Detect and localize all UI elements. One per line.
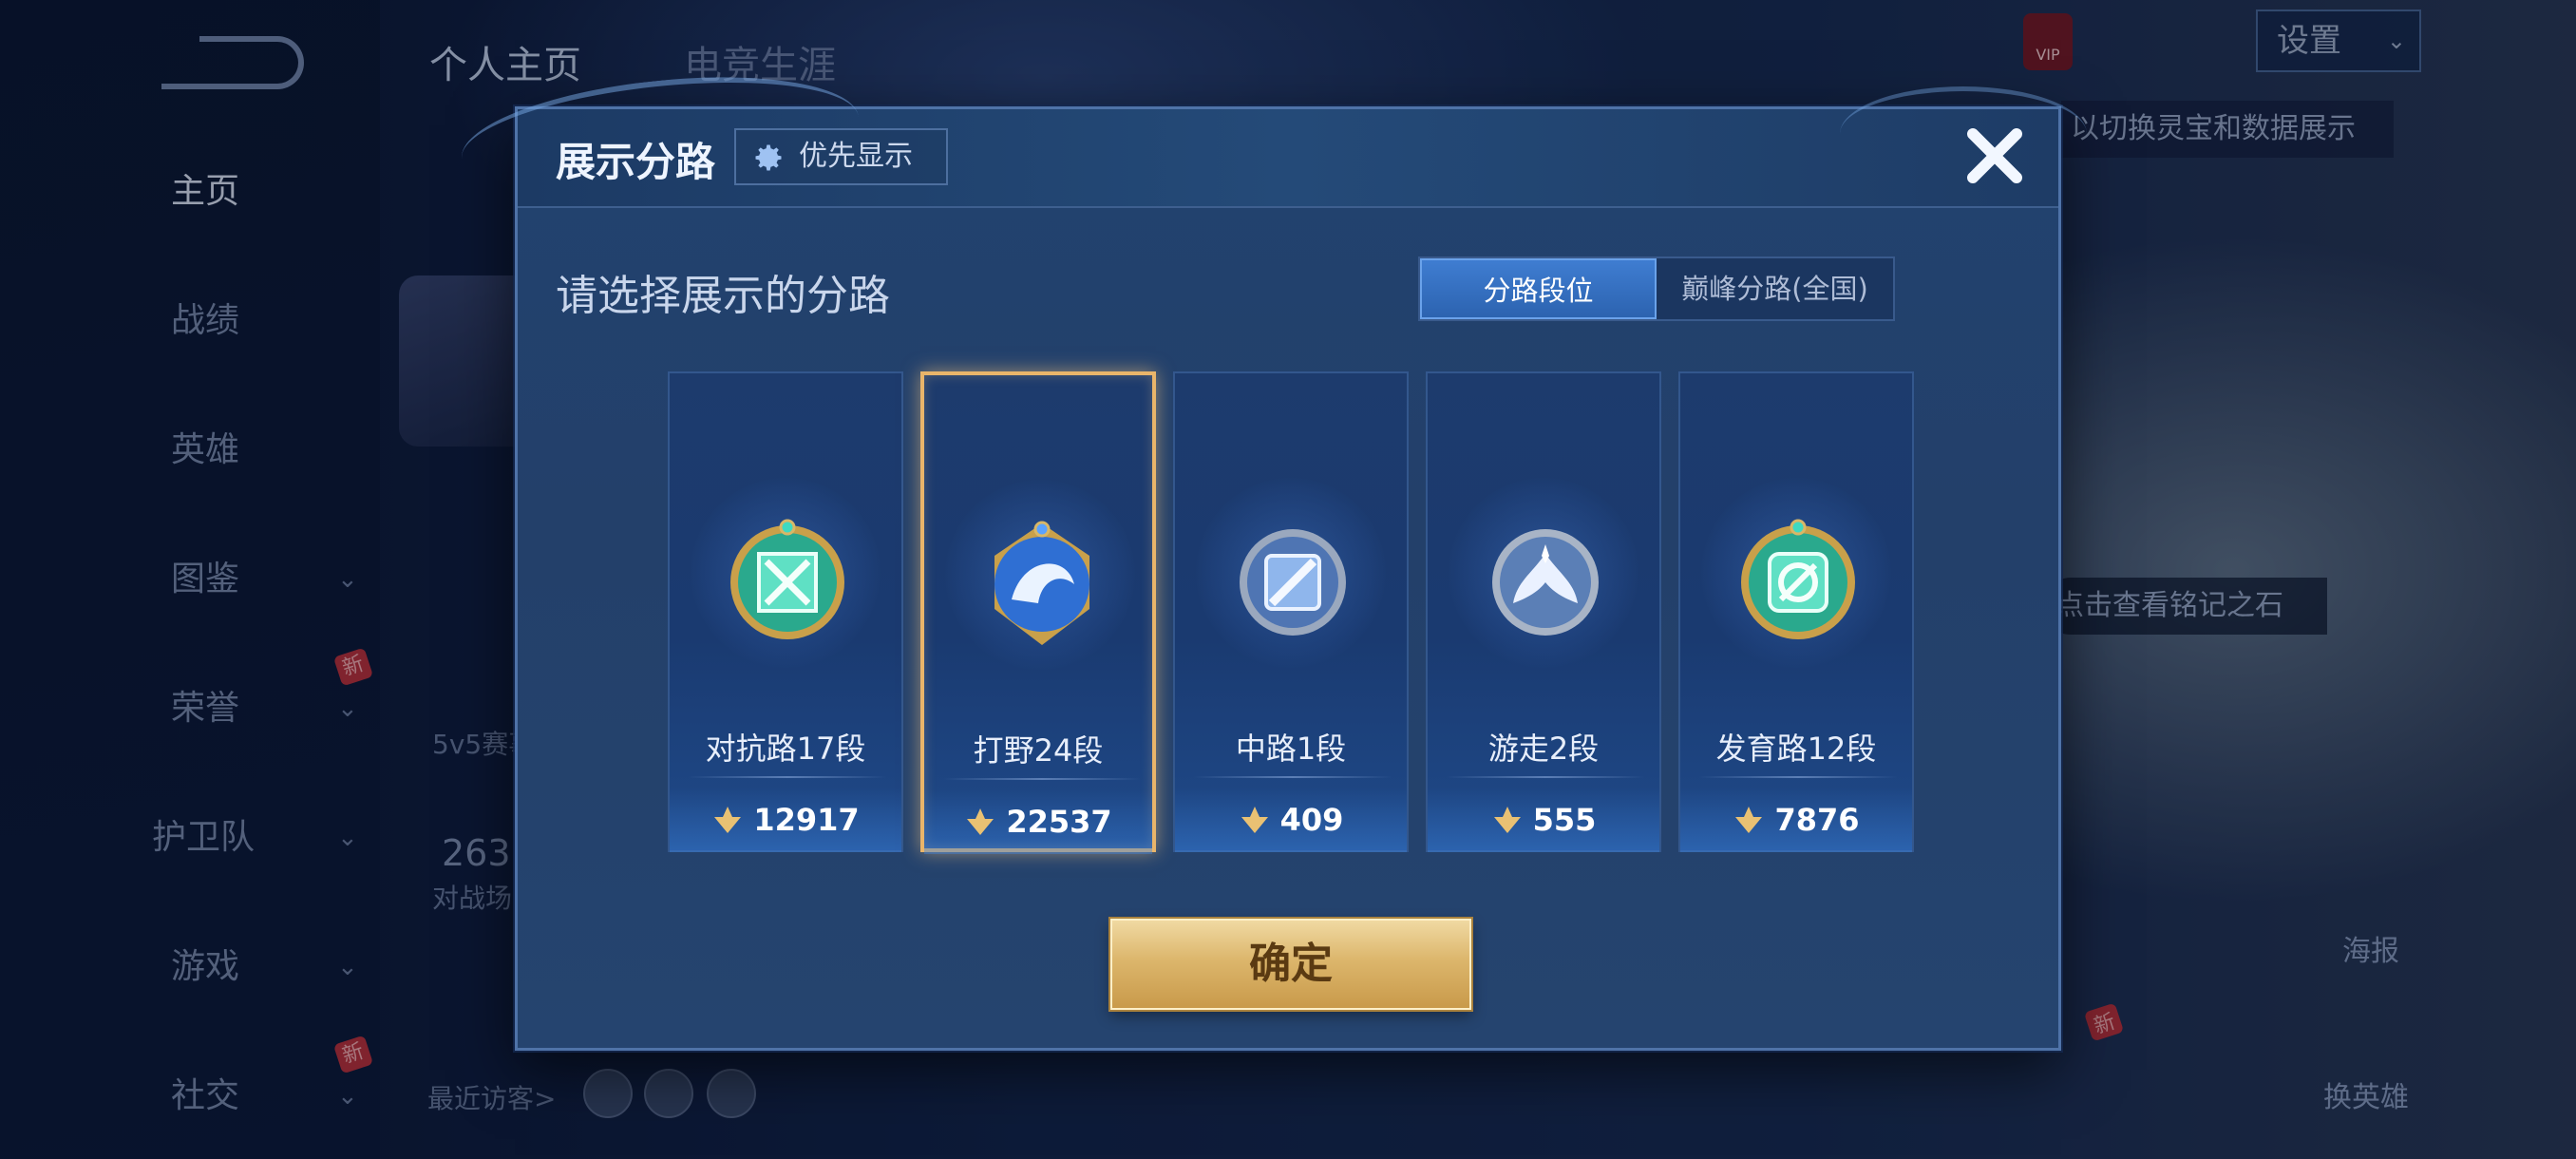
power-icon (1735, 807, 1763, 833)
lane-clash-badge-icon (730, 519, 844, 639)
power-icon (1493, 807, 1521, 833)
lane-card-farm[interactable]: 发育路12段 7876 (1678, 371, 1914, 852)
power-icon (714, 807, 742, 833)
score-row: 555 (1428, 788, 1659, 852)
lane-display-dialog: 展示分路 优先显示 请选择展示的分路 分路段位 巅峰分路(全国) 对抗路17段 (455, 60, 2087, 1051)
lane-score: 555 (1532, 802, 1597, 838)
divider (1447, 776, 1644, 778)
confirm-button[interactable]: 确定 (1110, 919, 1471, 1010)
lane-score: 12917 (753, 802, 860, 838)
lane-card-jungle[interactable]: 打野24段 22537 (920, 371, 1156, 854)
lane-card-mid[interactable]: 中路1段 409 (1173, 371, 1409, 852)
lane-tabs: 分路段位 巅峰分路(全国) (1418, 256, 1895, 321)
lane-card-roam[interactable]: 游走2段 555 (1426, 371, 1661, 852)
lane-label: 发育路12段 (1715, 731, 1877, 767)
score-row: 22537 (924, 789, 1152, 854)
lane-label: 游走2段 (1487, 731, 1600, 767)
priority-display-button[interactable]: 优先显示 (734, 128, 948, 185)
tab-peak-lane[interactable]: 巅峰分路(全国) (1657, 258, 1893, 319)
lane-jungle-badge-icon (994, 521, 1089, 645)
dialog-subtitle: 请选择展示的分路 (556, 272, 890, 320)
priority-display-label: 优先显示 (799, 140, 913, 173)
lane-label: 打野24段 (973, 732, 1104, 769)
divider (943, 778, 1141, 780)
lane-score: 22537 (1006, 804, 1112, 840)
lane-mid-badge-icon (1240, 529, 1346, 636)
score-row: 409 (1175, 788, 1407, 852)
tab-lane-rank[interactable]: 分路段位 (1420, 258, 1657, 319)
divider (1194, 776, 1392, 778)
power-icon (967, 808, 994, 835)
score-row: 12917 (670, 788, 901, 852)
lane-roam-badge-icon (1492, 529, 1599, 636)
lane-card-list: 对抗路17段 12917 打野24段 22537 中路1段 409 游走2段 5… (668, 371, 1914, 856)
divider (1699, 776, 1897, 778)
lane-card-clash[interactable]: 对抗路17段 12917 (668, 371, 903, 852)
lane-label: 对抗路17段 (705, 731, 866, 767)
lane-farm-badge-icon (1741, 519, 1855, 639)
power-icon (1241, 807, 1268, 833)
dialog-title: 展示分路 (556, 139, 716, 185)
lane-score: 7876 (1774, 802, 1860, 838)
close-icon[interactable] (1961, 123, 2028, 189)
lane-label: 中路1段 (1235, 731, 1347, 767)
divider (689, 776, 886, 778)
lane-score: 409 (1279, 802, 1344, 838)
gear-icon (755, 144, 782, 171)
score-row: 7876 (1680, 788, 1912, 852)
